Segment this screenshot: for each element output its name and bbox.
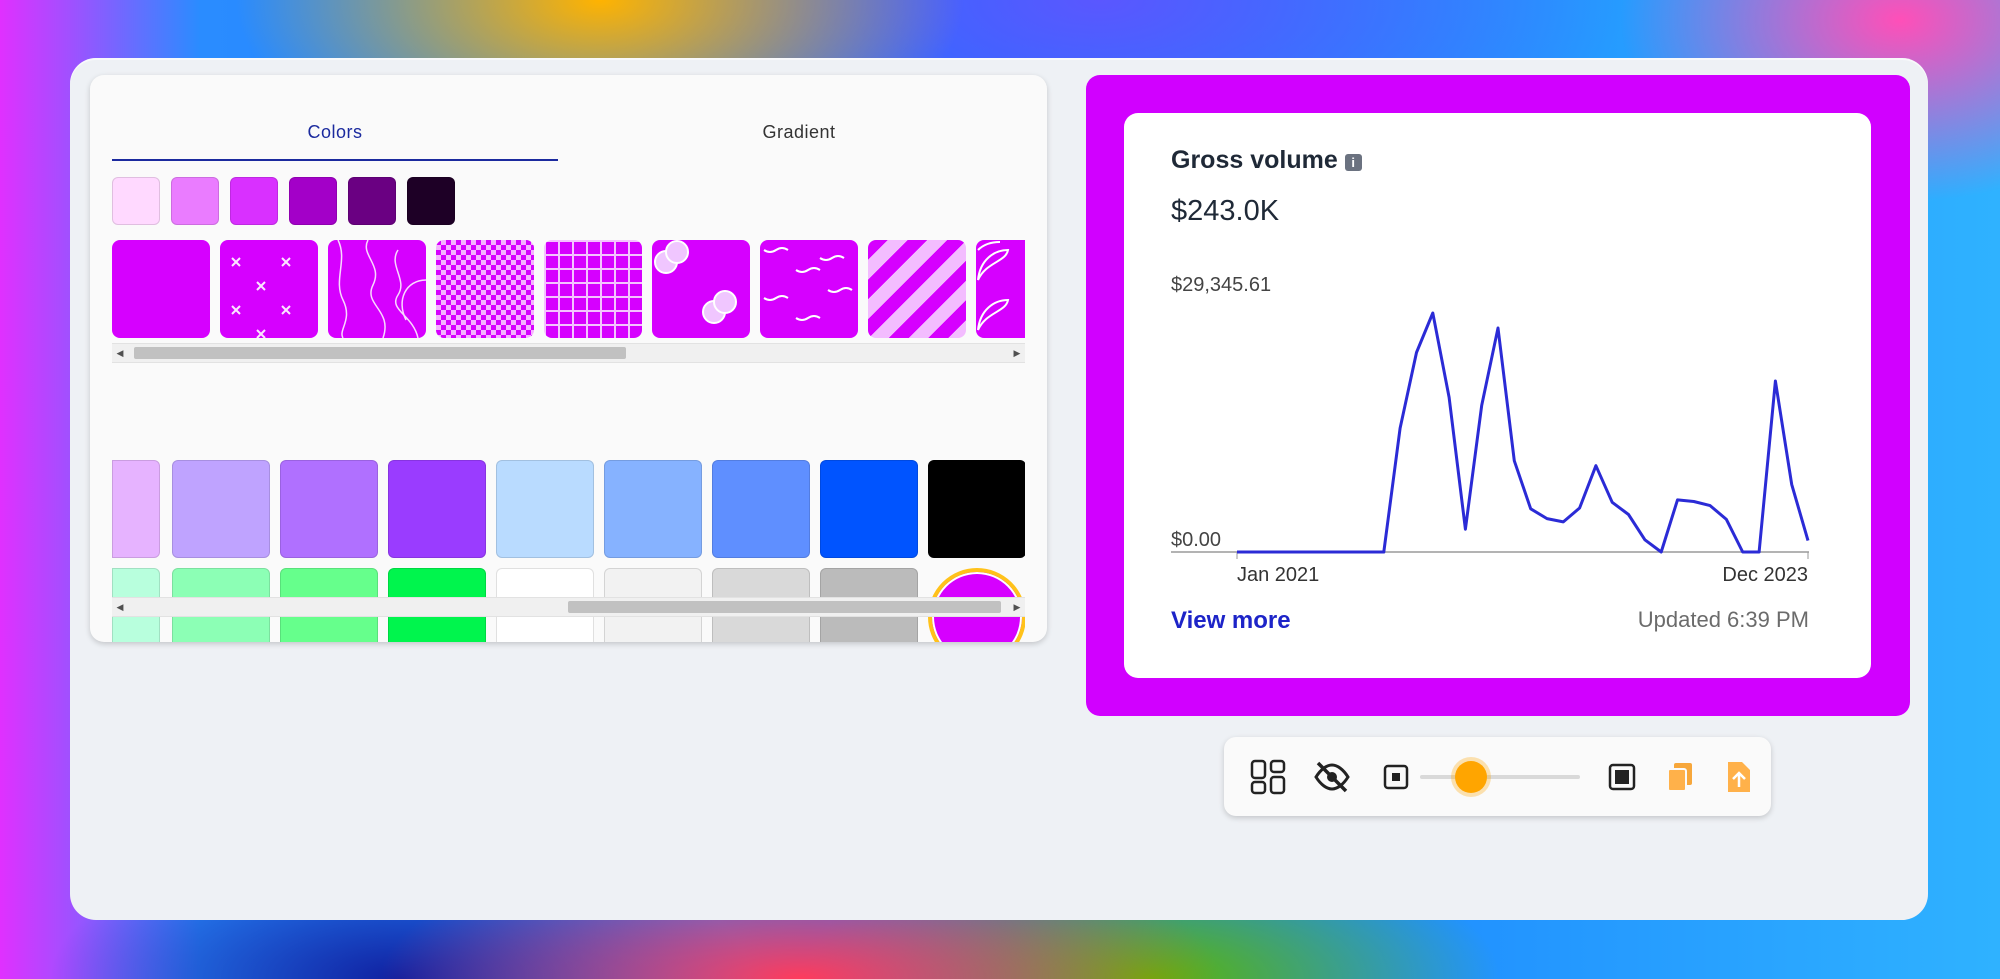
info-icon[interactable]: i bbox=[1344, 154, 1362, 171]
palette-swatch[interactable] bbox=[112, 460, 160, 558]
circles-pattern[interactable] bbox=[652, 240, 750, 338]
size-slider-knob[interactable] bbox=[1455, 761, 1487, 793]
color-picker-panel: Colors Gradient ◀ ▶ ◀ ▶ bbox=[90, 75, 1047, 642]
square-large-icon[interactable] bbox=[1602, 757, 1642, 797]
x-end-label: Dec 2023 bbox=[1722, 564, 1808, 583]
scroll-left-icon[interactable]: ◀ bbox=[112, 598, 128, 616]
picker-tabs: Colors Gradient bbox=[112, 115, 1022, 161]
solid-pattern[interactable] bbox=[112, 240, 210, 338]
updated-timestamp: Updated 6:39 PM bbox=[1637, 607, 1809, 632]
y-min-label: $0.00 bbox=[1171, 529, 1221, 551]
chart-series bbox=[1237, 311, 1810, 554]
stripes-pattern[interactable] bbox=[868, 240, 966, 338]
shade-swatch[interactable] bbox=[348, 177, 396, 225]
scroll-right-icon[interactable]: ▶ bbox=[1009, 598, 1025, 616]
palette-swatch[interactable] bbox=[820, 460, 918, 558]
view-more-link[interactable]: View more bbox=[1171, 607, 1291, 635]
palette-swatch[interactable] bbox=[280, 460, 378, 558]
eye-off-icon[interactable] bbox=[1312, 757, 1352, 797]
scroll-right-icon[interactable]: ▶ bbox=[1009, 344, 1025, 362]
x-start-label: Jan 2021 bbox=[1237, 564, 1319, 583]
leaves-pattern[interactable] bbox=[976, 240, 1025, 338]
shade-swatch[interactable] bbox=[171, 177, 219, 225]
palette-swatch[interactable] bbox=[928, 460, 1025, 558]
shade-swatch[interactable] bbox=[230, 177, 278, 225]
scrollbar-thumb[interactable] bbox=[568, 601, 1001, 613]
y-max-label: $29,345.61 bbox=[1171, 274, 1271, 296]
card-title: Gross volume i bbox=[1171, 146, 1362, 175]
layout-icon[interactable] bbox=[1248, 757, 1288, 797]
waves-pattern[interactable] bbox=[760, 240, 858, 338]
tab-colors[interactable]: Colors bbox=[112, 115, 558, 161]
checker-pattern[interactable] bbox=[436, 240, 534, 338]
grid-pattern[interactable] bbox=[544, 240, 642, 338]
crosses-pattern[interactable] bbox=[220, 240, 318, 338]
palette-swatch[interactable] bbox=[388, 460, 486, 558]
shade-swatch[interactable] bbox=[407, 177, 455, 225]
shade-swatch[interactable] bbox=[289, 177, 337, 225]
palette-scrollbar[interactable]: ◀ ▶ bbox=[112, 597, 1025, 617]
preview-toolbar bbox=[1224, 737, 1771, 816]
palette-swatch[interactable] bbox=[712, 460, 810, 558]
pattern-scrollbar[interactable]: ◀ ▶ bbox=[112, 343, 1025, 363]
scrollbar-thumb[interactable] bbox=[134, 347, 626, 359]
palette-swatch[interactable] bbox=[604, 460, 702, 558]
gross-volume-line bbox=[1237, 311, 1810, 554]
square-small-icon[interactable] bbox=[1376, 757, 1416, 797]
export-icon[interactable] bbox=[1718, 757, 1758, 797]
tab-gradient[interactable]: Gradient bbox=[576, 115, 1022, 159]
copy-icon[interactable] bbox=[1660, 757, 1700, 797]
pattern-strip bbox=[112, 240, 1025, 340]
palette-swatch[interactable] bbox=[172, 460, 270, 558]
gross-volume-chart: $29,345.61 $0.00 Jan 2021 Dec 2023 bbox=[1171, 274, 1810, 583]
gross-volume-amount: $243.0K bbox=[1171, 195, 1280, 227]
size-slider[interactable] bbox=[1420, 775, 1580, 779]
gross-volume-card: Gross volume i $243.0K $29,345.61 $0.00 J… bbox=[1124, 113, 1871, 678]
topography-pattern[interactable] bbox=[328, 240, 426, 338]
palette-swatch[interactable] bbox=[496, 460, 594, 558]
card-title-text: Gross volume bbox=[1171, 146, 1338, 174]
scroll-left-icon[interactable]: ◀ bbox=[112, 344, 128, 362]
shade-swatch[interactable] bbox=[112, 177, 160, 225]
preview-background: Gross volume i $243.0K $29,345.61 $0.00 J… bbox=[1086, 75, 1910, 716]
